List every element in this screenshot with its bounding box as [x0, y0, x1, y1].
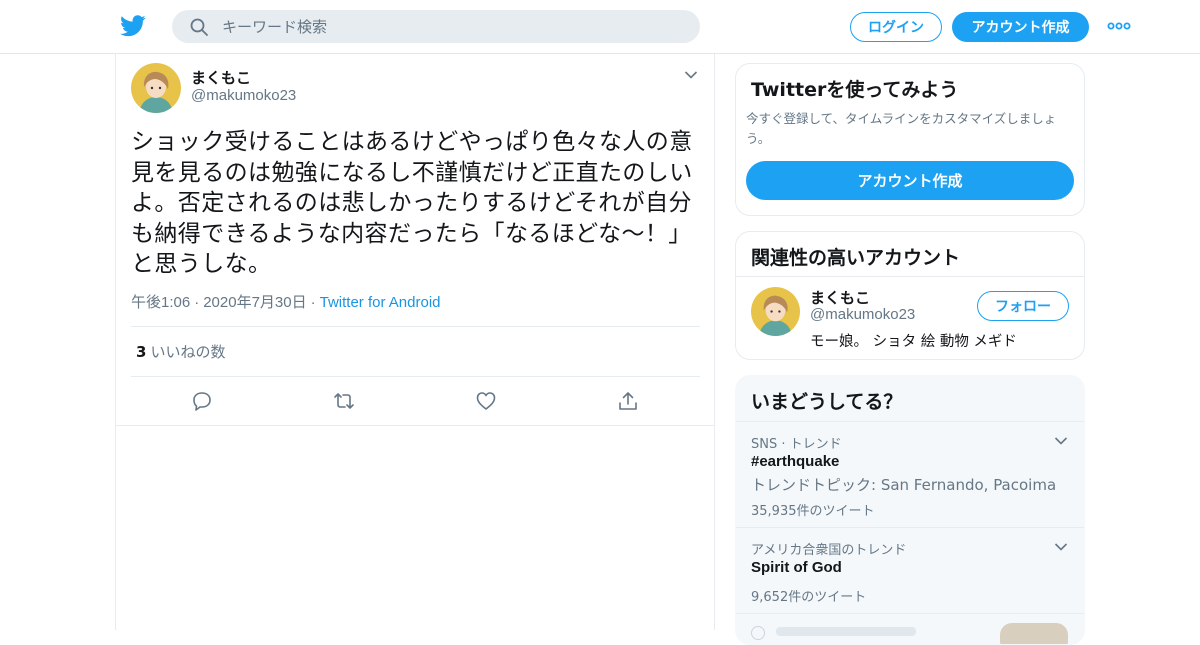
- more-dots-icon[interactable]: [1107, 19, 1131, 33]
- tweet-text: ショック受けることはあるけどやっぱり色々な人の意見を見るのは勉強になるし不謹慎だ…: [131, 129, 693, 277]
- signup-card-description: 今すぐ登録して、タイムラインをカスタマイズしましょう。: [746, 111, 1057, 146]
- chevron-down-icon[interactable]: [1054, 542, 1068, 552]
- signup-card-title: Twitterを使ってみよう: [751, 79, 959, 101]
- search-icon: [190, 18, 208, 36]
- likes-label: いいねの数: [150, 343, 226, 361]
- tweet-time[interactable]: 午後1:06: [131, 294, 190, 311]
- trend-item[interactable]: SNS · トレンド #earthquake トレンドトピック: San Fer…: [736, 421, 1084, 527]
- trend-tweet-count: 9,652件のツイート: [751, 590, 867, 605]
- trend-thumbnail[interactable]: [1000, 623, 1068, 644]
- trends-title: いまどうしてる？: [751, 391, 903, 413]
- search-input[interactable]: [222, 10, 682, 43]
- retweet-icon[interactable]: [333, 390, 355, 412]
- tweet-detail: まくもこ @makumoko23 ショック受けることはあるけどやっぱり色々な人の…: [115, 54, 715, 630]
- divider: [131, 326, 700, 327]
- likes-stat[interactable]: 3 いいねの数: [136, 341, 225, 362]
- related-account-name[interactable]: まくもこ: [810, 287, 870, 308]
- trends-card: いまどうしてる？ SNS · トレンド #earthquake トレンドトピック…: [735, 375, 1085, 645]
- related-accounts-title: 関連性の高いアカウント: [751, 247, 961, 269]
- divider: [131, 376, 700, 377]
- chevron-down-icon[interactable]: [684, 70, 698, 80]
- tweet-date[interactable]: 2020年7月30日: [203, 294, 306, 311]
- divider: [736, 613, 1084, 614]
- related-accounts-card: 関連性の高いアカウント まくもこ @makumoko23 モー娘。 ショタ 絵 …: [735, 231, 1085, 360]
- avatar[interactable]: [131, 63, 181, 113]
- search-box[interactable]: [172, 10, 700, 43]
- divider: [116, 425, 714, 426]
- trend-context: SNS · トレンド: [751, 437, 842, 452]
- create-account-button[interactable]: アカウント作成: [746, 161, 1074, 200]
- author-handle[interactable]: @makumoko23: [191, 87, 296, 104]
- related-account-bio: モー娘。 ショタ 絵 動物 メギド: [810, 334, 1017, 350]
- divider: [736, 276, 1084, 277]
- chevron-down-icon[interactable]: [1054, 436, 1068, 446]
- partial-trend-icon: [751, 626, 765, 640]
- trend-name: #earthquake: [751, 453, 840, 470]
- likes-count: 3: [136, 343, 147, 361]
- reply-icon[interactable]: [191, 390, 213, 412]
- trend-name: Spirit of God: [751, 559, 842, 576]
- login-button[interactable]: ログイン: [850, 12, 942, 42]
- like-heart-icon[interactable]: [475, 390, 497, 412]
- author-name[interactable]: まくもこ: [191, 67, 251, 88]
- trend-tweet-count: 35,935件のツイート: [751, 504, 875, 519]
- trend-item[interactable]: アメリカ合衆国のトレンド Spirit of God 9,652件のツイート: [736, 527, 1084, 613]
- follow-button[interactable]: フォロー: [977, 291, 1069, 321]
- avatar[interactable]: [751, 287, 800, 336]
- signup-button[interactable]: アカウント作成: [952, 12, 1089, 42]
- partial-trend-context: [776, 627, 916, 636]
- tweet-source-link[interactable]: Twitter for Android: [320, 294, 441, 311]
- top-nav-bar: ログイン アカウント作成: [0, 0, 1200, 54]
- related-account-handle[interactable]: @makumoko23: [810, 306, 915, 323]
- signup-card: Twitterを使ってみよう 今すぐ登録して、タイムラインをカスタマイズしましょ…: [735, 63, 1085, 216]
- trend-context: アメリカ合衆国のトレンド: [751, 543, 907, 558]
- twitter-bird-icon[interactable]: [120, 14, 146, 38]
- trend-topic: トレンドトピック: San Fernando, Pacoima: [751, 476, 1057, 494]
- tweet-metadata: 午後1:06 · 2020年7月30日 · Twitter for Android: [131, 294, 441, 311]
- share-icon[interactable]: [617, 390, 639, 412]
